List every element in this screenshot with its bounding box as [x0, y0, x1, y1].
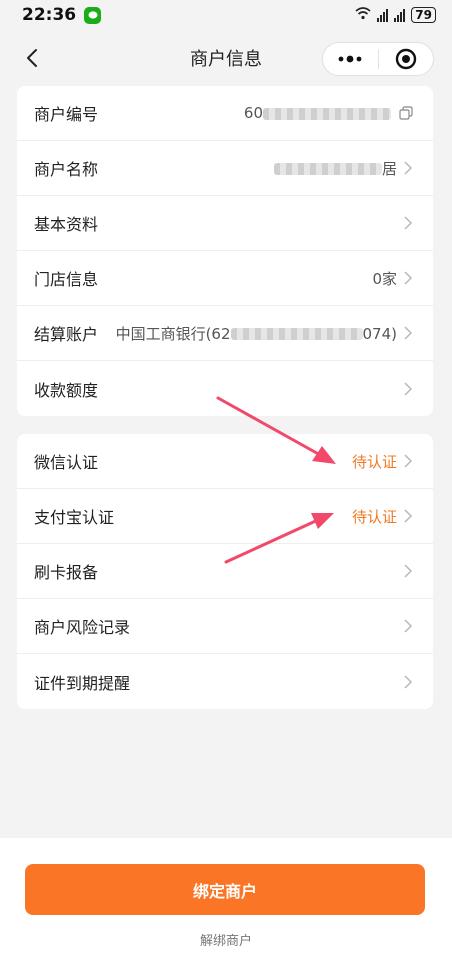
- signal-icon: [394, 8, 406, 22]
- battery-indicator: 79: [411, 7, 436, 23]
- status-time: 22:36: [22, 5, 77, 25]
- more-button[interactable]: [323, 43, 378, 75]
- wifi-icon: [355, 7, 371, 23]
- chevron-right-icon: [404, 674, 413, 689]
- row-value: 居: [112, 158, 397, 179]
- row-value: 0家: [372, 269, 397, 288]
- page-title: 商户信息: [190, 49, 262, 70]
- row-label: 商户名称: [34, 160, 99, 179]
- chevron-right-icon: [404, 381, 413, 396]
- chevron-right-icon: [404, 509, 413, 523]
- redacted-text: [230, 328, 363, 340]
- merchant-info-row[interactable]: 结算账户 中国工商银行(62 074): [17, 306, 433, 361]
- merchant-info-row: 商户编号 60: [17, 86, 433, 141]
- status-value: 待认证: [351, 452, 397, 471]
- row-label: 刷卡报备: [34, 563, 99, 582]
- row-label: 商户风险记录: [34, 618, 131, 637]
- certification-row[interactable]: 刷卡报备: [17, 544, 433, 599]
- bind-merchant-button[interactable]: 绑定商户: [25, 864, 425, 915]
- certification-card: 微信认证 待认证 支付宝认证 待认证 刷卡报备 商户风险记录 证件到期提醒: [17, 434, 433, 709]
- row-label: 支付宝认证: [34, 508, 115, 527]
- chevron-right-icon: [404, 326, 413, 340]
- row-value: 60: [112, 104, 391, 122]
- row-label: 结算账户: [34, 325, 99, 344]
- miniprogram-capsule: [322, 42, 434, 76]
- chevron-right-icon: [404, 271, 413, 285]
- chevron-right-icon: [404, 454, 413, 468]
- chevron-right-icon: [404, 216, 413, 230]
- wechat-icon: [84, 6, 102, 24]
- row-label: 门店信息: [34, 270, 99, 289]
- merchant-info-row[interactable]: 收款额度: [17, 361, 433, 416]
- unbind-merchant-link[interactable]: 解绑商户: [0, 930, 452, 949]
- signal-icon: [377, 8, 389, 22]
- more-dots-icon: [338, 55, 362, 63]
- merchant-info-row[interactable]: 门店信息 0家: [17, 251, 433, 306]
- chevron-right-icon: [404, 619, 413, 633]
- chevron-right-icon: [404, 564, 413, 578]
- merchant-info-card: 商户编号 60 商户名称居基本资料门店信息 0家结算账户 中国工商银行(62 074) 收款…: [17, 86, 433, 416]
- certification-row[interactable]: 支付宝认证 待认证: [17, 489, 433, 544]
- row-label: 商户编号: [34, 105, 99, 124]
- row-label: 证件到期提醒: [34, 673, 131, 693]
- redacted-text: [263, 107, 391, 120]
- status-value: 待认证: [351, 507, 397, 526]
- target-icon: [395, 48, 416, 70]
- row-value: 中国工商银行(62 074): [115, 324, 397, 343]
- chevron-left-icon: [27, 49, 37, 67]
- chevron-right-icon: [404, 161, 413, 175]
- merchant-info-row[interactable]: 商户名称居: [17, 141, 433, 196]
- row-label: 微信认证: [34, 453, 99, 472]
- close-miniprogram-button[interactable]: [379, 43, 434, 75]
- row-label: 基本资料: [34, 215, 99, 234]
- redacted-text: [273, 163, 382, 175]
- merchant-info-row[interactable]: 基本资料: [17, 196, 433, 251]
- navigation-bar: 商户信息: [0, 30, 452, 86]
- back-button[interactable]: [20, 44, 46, 72]
- copy-icon[interactable]: [399, 106, 413, 120]
- certification-row[interactable]: 证件到期提醒: [17, 654, 433, 709]
- certification-row[interactable]: 微信认证 待认证: [17, 434, 433, 489]
- row-label: 收款额度: [34, 380, 99, 400]
- status-bar: 22:36 79: [0, 0, 452, 30]
- certification-row[interactable]: 商户风险记录: [17, 599, 433, 654]
